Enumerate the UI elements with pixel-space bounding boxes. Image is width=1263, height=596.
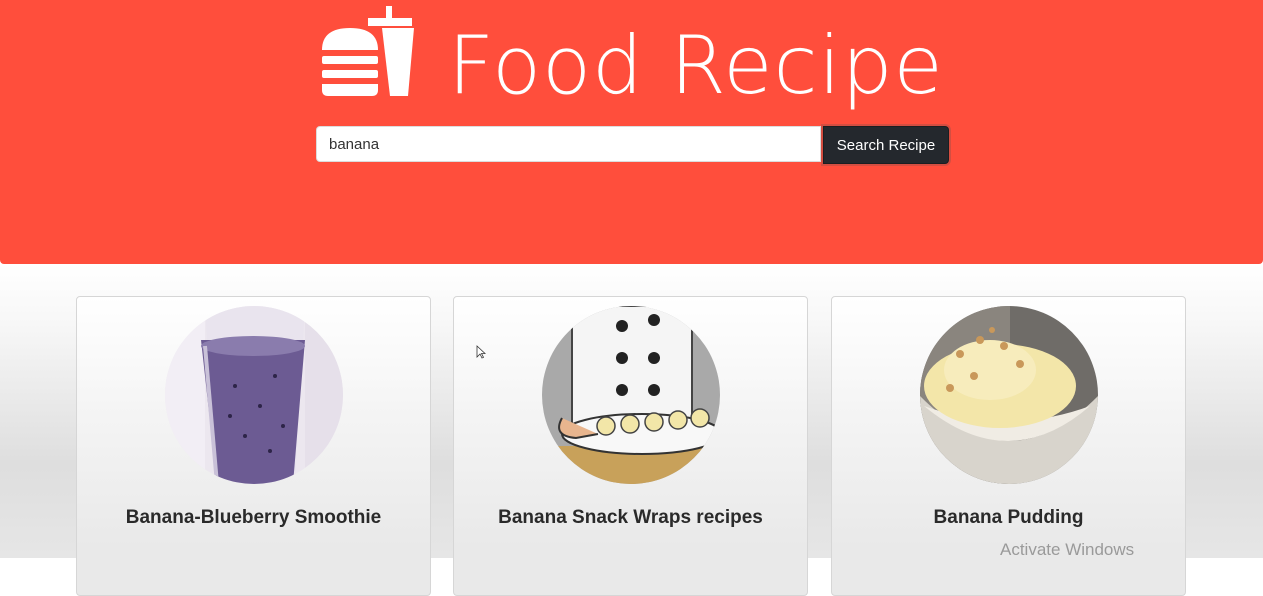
brand: Food Recipe [320, 4, 960, 114]
mouse-cursor-icon [476, 345, 486, 359]
header-banner: Food Recipe Search Recipe [0, 0, 1263, 264]
page-title: Food Recipe [448, 19, 944, 112]
recipe-title[interactable]: Banana Pudding [832, 507, 1185, 529]
recipe-card[interactable]: Banana Snack Wraps recipes [453, 296, 808, 596]
smoothie-glass-image[interactable] [165, 306, 343, 484]
recipe-card[interactable]: Banana-Blueberry Smoothie [76, 296, 431, 596]
chef-banana-tray-image[interactable] [542, 306, 720, 484]
windows-activation-watermark: Activate Windows [1000, 540, 1135, 559]
recipe-title[interactable]: Banana-Blueberry Smoothie [77, 507, 430, 529]
burger-drink-icon [322, 6, 414, 96]
results-section: Banana-Blueberry Smoothie Banana Snack W… [0, 264, 1263, 596]
pudding-bowl-image[interactable] [920, 306, 1098, 484]
search-input[interactable] [316, 126, 821, 162]
search-button[interactable]: Search Recipe [823, 126, 949, 164]
search-bar: Search Recipe [316, 126, 950, 164]
recipe-title[interactable]: Banana Snack Wraps recipes [454, 507, 807, 529]
